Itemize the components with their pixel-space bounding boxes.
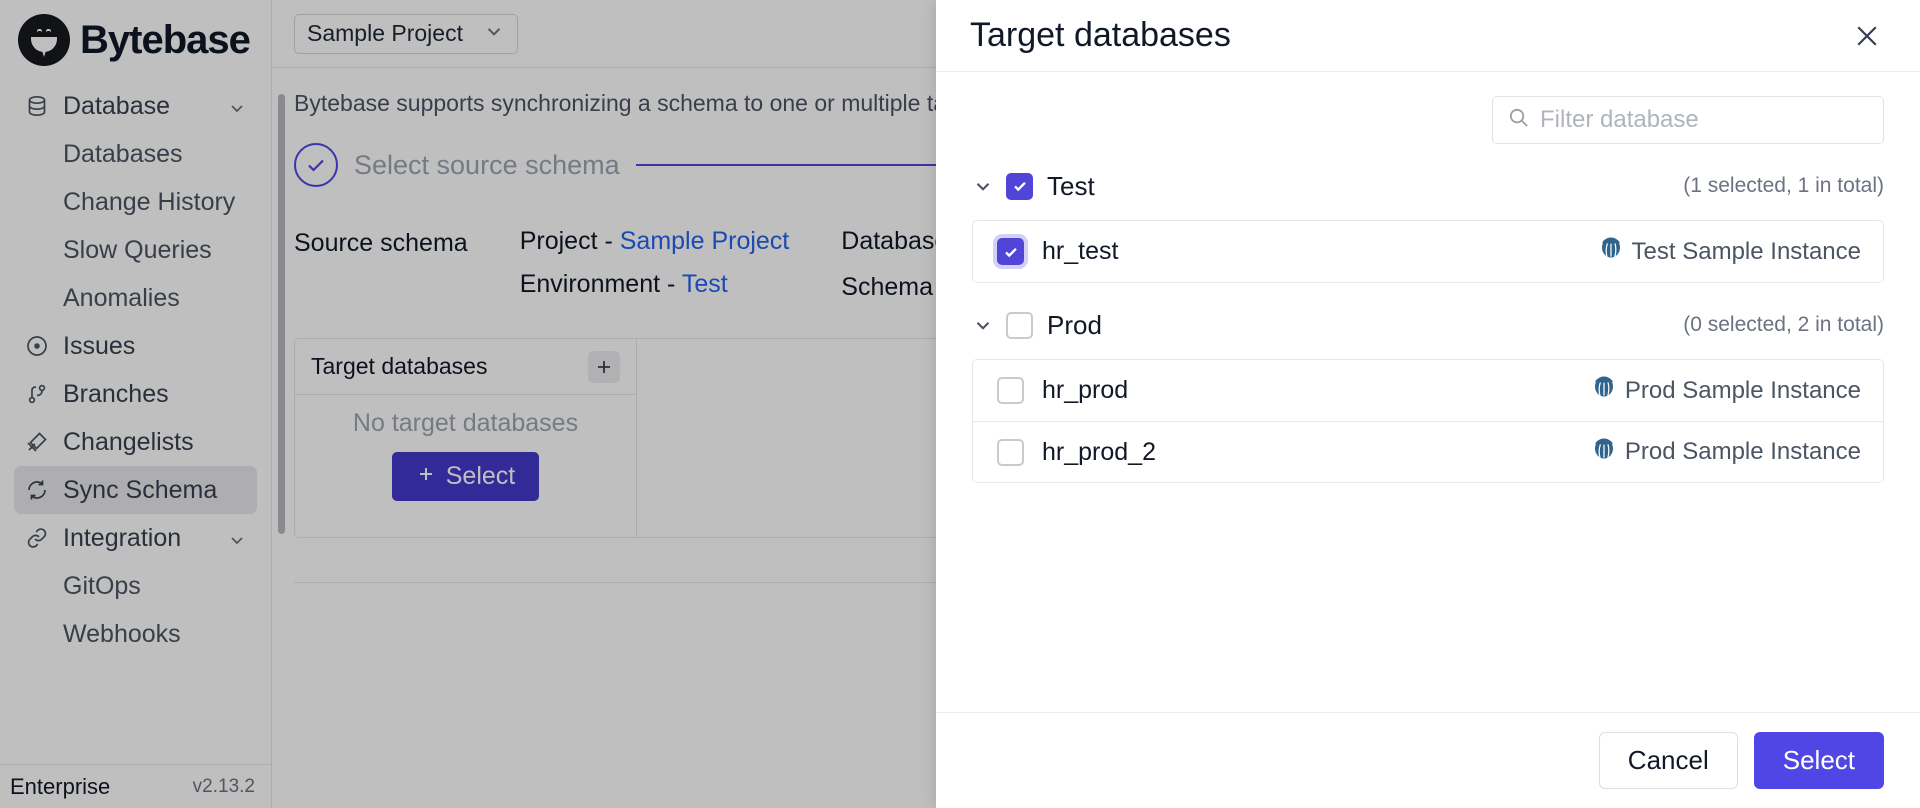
app-root: Bytebase Database Databases Change Histo… [0, 0, 1920, 808]
database-list-prod: hr_prod Prod Sample Instance hr_prod_2 [972, 359, 1884, 483]
chevron-down-icon[interactable] [972, 175, 994, 197]
postgres-icon [1592, 375, 1616, 406]
filter-database-box[interactable] [1492, 96, 1884, 144]
group-checkbox-test[interactable] [1006, 173, 1033, 200]
search-icon [1507, 106, 1530, 134]
database-checkbox-hr_prod_2[interactable] [997, 439, 1024, 466]
drawer-header: Target databases [936, 0, 1920, 72]
database-name: hr_prod_2 [1042, 438, 1156, 467]
database-instance: Prod Sample Instance [1592, 437, 1861, 468]
cancel-button[interactable]: Cancel [1599, 732, 1738, 789]
search-input[interactable] [1540, 106, 1869, 134]
group-checkbox-prod[interactable] [1006, 312, 1033, 339]
database-instance-label: Prod Sample Instance [1625, 438, 1861, 466]
database-name: hr_prod [1042, 376, 1128, 405]
close-icon[interactable] [1850, 19, 1884, 53]
group-header: Test (1 selected, 1 in total) [972, 166, 1884, 206]
database-checkbox-hr_test[interactable] [997, 238, 1024, 265]
postgres-icon [1592, 437, 1616, 468]
group-name: Prod [1047, 310, 1102, 341]
drawer-body: Test (1 selected, 1 in total) hr_test [936, 72, 1920, 712]
group-count: (0 selected, 2 in total) [1683, 313, 1884, 337]
postgres-icon [1599, 236, 1623, 267]
chevron-down-icon[interactable] [972, 314, 994, 336]
group-count: (1 selected, 1 in total) [1683, 174, 1884, 198]
database-instance-label: Prod Sample Instance [1625, 377, 1861, 405]
database-row[interactable]: hr_prod Prod Sample Instance [973, 360, 1883, 421]
target-databases-drawer: Target databases [936, 0, 1920, 808]
database-instance: Prod Sample Instance [1592, 375, 1861, 406]
database-list-test: hr_test Test Sample Instance [972, 220, 1884, 283]
database-checkbox-hr_prod[interactable] [997, 377, 1024, 404]
database-name: hr_test [1042, 237, 1118, 266]
database-instance-label: Test Sample Instance [1632, 238, 1861, 266]
database-row[interactable]: hr_prod_2 Prod Sample Instance [973, 421, 1883, 482]
database-row[interactable]: hr_test Test Sample Instance [973, 221, 1883, 282]
environment-group-prod: Prod (0 selected, 2 in total) hr_prod Pr… [972, 305, 1884, 483]
drawer-title: Target databases [970, 16, 1231, 55]
select-button[interactable]: Select [1754, 732, 1884, 789]
group-name: Test [1047, 171, 1095, 202]
group-header: Prod (0 selected, 2 in total) [972, 305, 1884, 345]
drawer-footer: Cancel Select [936, 712, 1920, 808]
database-instance: Test Sample Instance [1599, 236, 1861, 267]
environment-group-test: Test (1 selected, 1 in total) hr_test [972, 166, 1884, 283]
filter-row [972, 96, 1884, 144]
